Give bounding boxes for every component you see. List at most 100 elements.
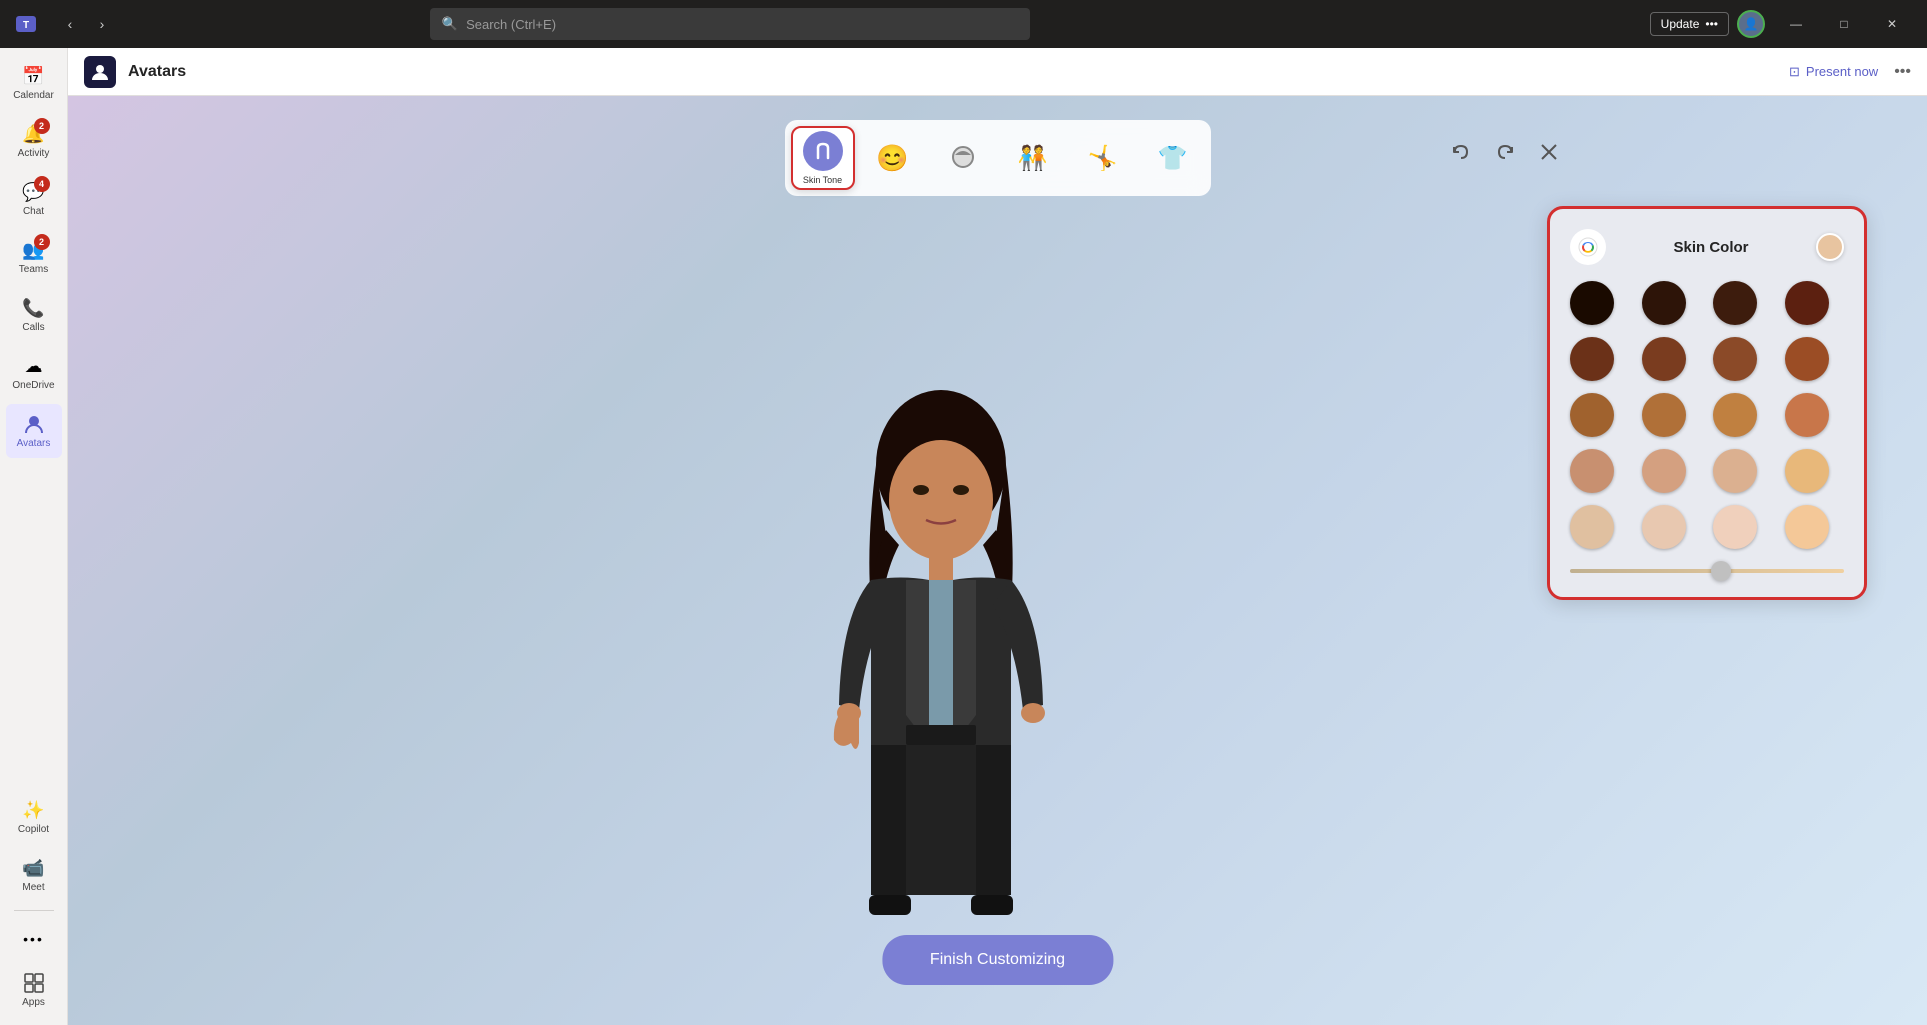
sidebar-item-onedrive[interactable]: ☁ OneDrive (6, 346, 62, 400)
teams-logo-icon: T (12, 10, 40, 38)
category-clothing[interactable]: 👕 (1141, 126, 1205, 190)
color-swatch-1-4[interactable] (1785, 281, 1829, 325)
category-face[interactable]: 😊 (861, 126, 925, 190)
sidebar-item-meet[interactable]: 📹 Meet (6, 848, 62, 902)
activity-icon: 🔔 2 (22, 122, 46, 146)
finish-customizing-button[interactable]: Finish Customizing (882, 935, 1113, 985)
calls-icon: 📞 (22, 296, 46, 320)
sidebar-item-teams[interactable]: 👥 2 Teams (6, 230, 62, 284)
skin-panel-header: Skin Color (1570, 229, 1844, 265)
skin-slider-thumb[interactable] (1711, 561, 1731, 581)
clothing-icon: 👕 (1158, 144, 1188, 173)
more-options-button[interactable]: ••• (1894, 63, 1911, 81)
chat-icon: 💬 4 (22, 180, 46, 204)
sidebar-label-onedrive: OneDrive (12, 380, 54, 392)
hair-icon (947, 141, 979, 176)
color-swatch-2-1[interactable] (1570, 337, 1614, 381)
close-editor-button[interactable] (1531, 134, 1567, 170)
sidebar-item-activity[interactable]: 🔔 2 Activity (6, 114, 62, 168)
close-button[interactable]: ✕ (1869, 8, 1915, 40)
sidebar-item-avatars[interactable]: Avatars (6, 404, 62, 458)
sidebar-label-calendar: Calendar (13, 90, 54, 102)
nav-arrows: ‹ › (56, 10, 116, 38)
color-swatch-5-2[interactable] (1642, 505, 1686, 549)
edit-toolbar (1443, 134, 1567, 170)
sidebar-item-more[interactable]: ••• (6, 919, 62, 959)
title-bar-left: T ‹ › (12, 10, 116, 38)
maximize-button[interactable]: □ (1821, 8, 1867, 40)
color-swatch-5-3[interactable] (1713, 505, 1757, 549)
sidebar-item-apps[interactable]: Apps (6, 963, 62, 1017)
sidebar-bottom: ✨ Copilot 📹 Meet ••• (6, 790, 62, 1017)
color-swatch-4-4[interactable] (1785, 449, 1829, 493)
back-button[interactable]: ‹ (56, 10, 84, 38)
category-hair[interactable] (931, 126, 995, 190)
undo-button[interactable] (1443, 134, 1479, 170)
calendar-icon: 📅 (22, 64, 46, 88)
redo-button[interactable] (1487, 134, 1523, 170)
apps-icon (22, 971, 46, 995)
color-grid (1570, 281, 1844, 549)
color-swatch-2-2[interactable] (1642, 337, 1686, 381)
color-swatch-5-1[interactable] (1570, 505, 1614, 549)
sidebar-item-chat[interactable]: 💬 4 Chat (6, 172, 62, 226)
app-header: Avatars ⊡ Present now ••• (68, 48, 1927, 96)
color-swatch-1-2[interactable] (1642, 281, 1686, 325)
minimize-button[interactable]: — (1773, 8, 1819, 40)
app-header-right: ⊡ Present now ••• (1781, 60, 1911, 84)
onedrive-icon: ☁ (22, 354, 46, 378)
sidebar-label-meet: Meet (22, 882, 44, 894)
body-icon: 🧑‍🤝‍🧑 (1018, 144, 1048, 173)
user-avatar[interactable]: 👤 (1737, 10, 1765, 38)
accessories-icon: 🤸 (1088, 144, 1118, 173)
avatar-figure (751, 365, 1131, 965)
category-skin-tone[interactable]: Skin Tone (791, 126, 855, 190)
forward-button[interactable]: › (88, 10, 116, 38)
skin-color-preview (1816, 233, 1844, 261)
sidebar-label-teams: Teams (19, 264, 48, 276)
present-now-label: Present now (1806, 64, 1878, 79)
color-swatch-4-1[interactable] (1570, 449, 1614, 493)
teams-icon: 👥 2 (22, 238, 46, 262)
sidebar-label-copilot: Copilot (18, 824, 49, 836)
color-swatch-4-2[interactable] (1642, 449, 1686, 493)
color-swatch-4-3[interactable] (1713, 449, 1757, 493)
search-input[interactable] (466, 17, 1018, 32)
finish-label: Finish Customizing (930, 951, 1065, 968)
present-icon: ⊡ (1789, 64, 1800, 80)
color-swatch-5-4[interactable] (1785, 505, 1829, 549)
color-swatch-3-2[interactable] (1642, 393, 1686, 437)
sidebar-item-copilot[interactable]: ✨ Copilot (6, 790, 62, 844)
skin-panel-title: Skin Color (1673, 239, 1748, 256)
page-title: Avatars (128, 63, 186, 81)
skin-tone-label: Skin Tone (803, 175, 842, 185)
skin-color-panel: Skin Color (1547, 206, 1867, 600)
color-swatch-2-3[interactable] (1713, 337, 1757, 381)
sidebar-item-calls[interactable]: 📞 Calls (6, 288, 62, 342)
color-swatch-3-3[interactable] (1713, 393, 1757, 437)
color-swatch-1-3[interactable] (1713, 281, 1757, 325)
color-swatch-3-1[interactable] (1570, 393, 1614, 437)
title-bar-right: Update ••• 👤 — □ ✕ (1650, 8, 1915, 40)
app-body: 📅 Calendar 🔔 2 Activity 💬 4 Chat 👥 2 Tea… (0, 48, 1927, 1025)
color-swatch-2-4[interactable] (1785, 337, 1829, 381)
sidebar-item-calendar[interactable]: 📅 Calendar (6, 56, 62, 110)
present-now-button[interactable]: ⊡ Present now (1781, 60, 1886, 84)
sidebar-label-activity: Activity (18, 148, 50, 160)
more-icon: ••• (22, 927, 46, 951)
color-swatch-1-1[interactable] (1570, 281, 1614, 325)
category-body[interactable]: 🧑‍🤝‍🧑 (1001, 126, 1065, 190)
update-ellipsis: ••• (1705, 17, 1718, 31)
update-button[interactable]: Update ••• (1650, 12, 1729, 36)
color-swatch-3-4[interactable] (1785, 393, 1829, 437)
search-bar[interactable]: 🔍 (430, 8, 1030, 40)
meet-icon: 📹 (22, 856, 46, 880)
category-accessories[interactable]: 🤸 (1071, 126, 1135, 190)
avatar-workspace: Skin Tone 😊 🧑‍🤝‍🧑 (68, 96, 1927, 1025)
search-icon: 🔍 (442, 16, 458, 32)
window-controls: — □ ✕ (1773, 8, 1915, 40)
skin-slider-container (1570, 565, 1844, 577)
avatars-icon (22, 412, 46, 436)
sidebar-label-chat: Chat (23, 206, 44, 218)
title-bar: T ‹ › 🔍 Update ••• 👤 — □ ✕ (0, 0, 1927, 48)
